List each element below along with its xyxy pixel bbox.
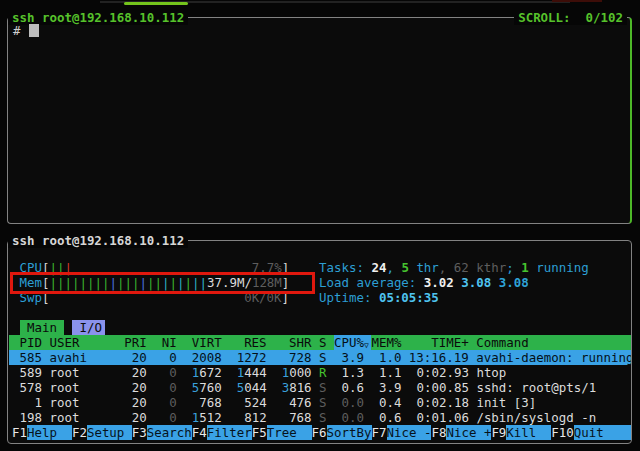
fkey-label-tree[interactable]: Tree [267,425,312,440]
process-row[interactable]: 578 root 20 0 5760 5044 3816 S 0.6 3.9 0… [9,380,631,395]
annotation-rectangle-mem [10,272,315,294]
htop-table-header: PID USER PRI NI VIRT RES SHR S CPU%▽MEM%… [9,335,631,350]
uptime-summary: Uptime: 05:05:35 [319,290,589,305]
htop-summary-right-column: Tasks: 24, 5 thr, 62 kthr; 1 runningLoad… [319,260,589,305]
process-row[interactable]: 1 root 20 0 768 524 476 S 0.0 0.4 0:02.1… [9,395,631,410]
load-average-summary: Load average: 3.02 3.08 3.08 [319,275,589,290]
process-row[interactable]: 198 root 20 0 1512 812 768 S 0.0 0.6 0:0… [9,410,631,425]
fkey-f9[interactable]: F9 [491,425,506,440]
tab-main[interactable]: Main [20,320,65,335]
fkey-bar: F1Help F2Setup F3SearchF4FilterF5Tree F6… [9,425,631,440]
fkey-label-nice-[interactable]: Nice + [446,425,491,440]
fkey-label-nice-[interactable]: Nice - [387,425,432,440]
terminal-cursor [29,24,39,37]
process-row[interactable]: 589 root 20 0 1672 1444 1000 R 1.3 1.1 0… [9,365,631,380]
fkey-f2[interactable]: F2 [72,425,87,440]
tmux-pane-shell[interactable] [7,17,632,224]
fkey-f8[interactable]: F8 [431,425,446,440]
tab-i-o[interactable]: I/O [72,320,105,335]
recording-artifact-green-line [124,2,188,5]
fkey-f5[interactable]: F5 [252,425,267,440]
sort-column-cpu[interactable]: CPU%▽ [334,335,371,350]
fkey-label-kill[interactable]: Kill [506,425,551,440]
recording-artifact-red-dash [552,0,602,2]
fkey-f7[interactable]: F7 [372,425,387,440]
fkey-label-filter[interactable]: Filter [207,425,252,440]
fkey-f1[interactable]: F1 [12,425,27,440]
fkey-f10[interactable]: F10 [551,425,573,440]
htop-blank-line [9,305,631,320]
fkey-label-quit[interactable]: Quit [574,425,631,440]
process-row[interactable]: 585 avahi 20 0 2008 1272 728 S 3.9 1.0 1… [9,350,631,365]
fkey-f3[interactable]: F3 [132,425,147,440]
fkey-f6[interactable]: F6 [312,425,327,440]
fkey-label-help[interactable]: Help [27,425,72,440]
htop-blank-line [9,245,631,260]
htop-tabs: Main I/O [9,320,631,335]
fkey-label-setup[interactable]: Setup [87,425,132,440]
tasks-summary: Tasks: 24, 5 thr, 62 kthr; 1 running [319,260,589,275]
fkey-label-search[interactable]: Search [147,425,192,440]
scroll-indicator: SCROLL: 0/102 [514,10,627,25]
shell-prompt-line[interactable]: # [13,23,39,38]
terminal-screen: ssh root@192.168.10.112 SCROLL: 0/102 # … [0,0,640,451]
fkey-f4[interactable]: F4 [192,425,207,440]
shell-prompt: # [13,23,21,38]
fkey-label-sortby[interactable]: SortBy [327,425,372,440]
